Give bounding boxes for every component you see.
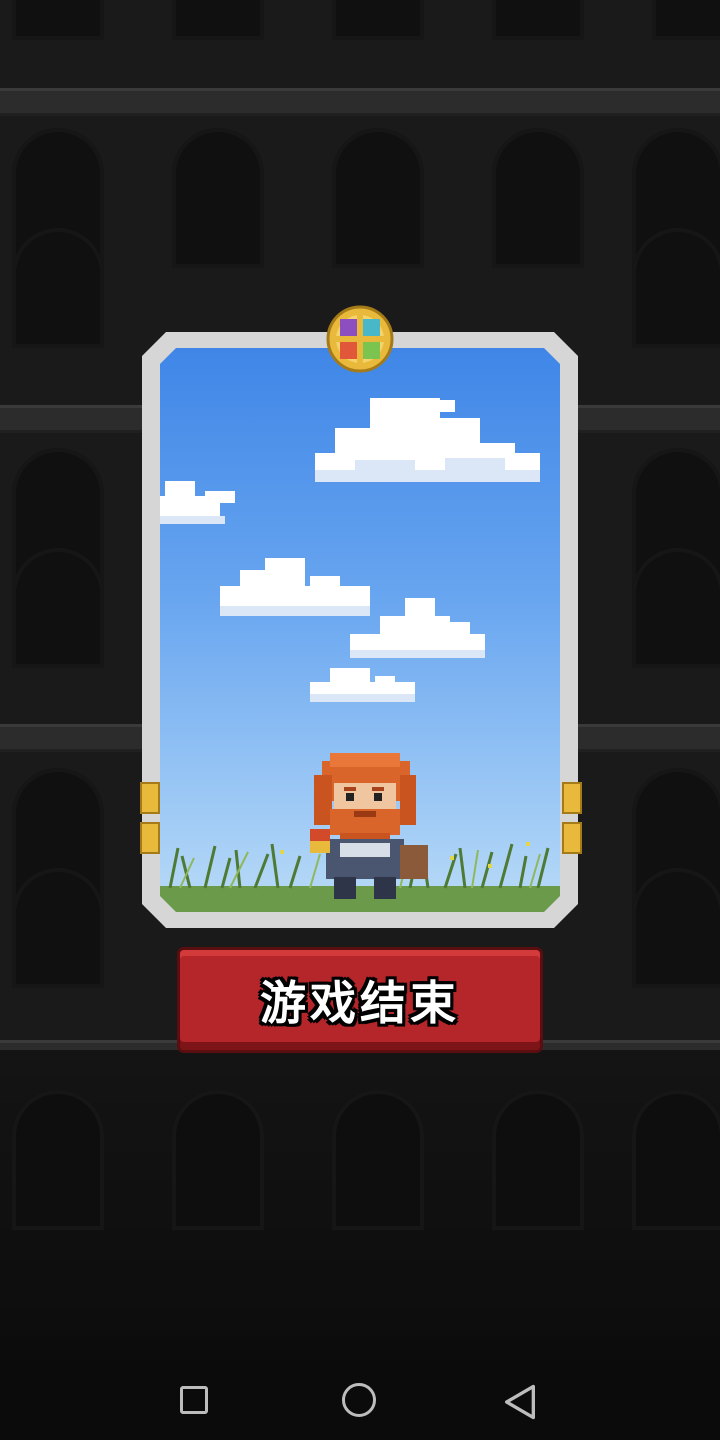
gold-tab-right	[562, 822, 582, 854]
arch	[332, 128, 424, 268]
gold-tab-right	[562, 782, 582, 814]
character-card-scene	[160, 348, 560, 912]
arch	[12, 228, 104, 348]
cloud	[160, 481, 235, 524]
square-icon[interactable]	[180, 1386, 208, 1414]
bearded-warrior-icon	[310, 753, 428, 899]
circle-icon[interactable]	[342, 1383, 376, 1417]
arch	[12, 0, 104, 40]
arch	[492, 1090, 584, 1230]
arch	[172, 0, 264, 40]
arch	[632, 868, 720, 988]
arch	[332, 1090, 424, 1230]
arch	[652, 0, 720, 40]
lower-shadow	[0, 1050, 720, 1360]
arch	[332, 0, 424, 40]
arch	[492, 128, 584, 268]
arch	[12, 548, 104, 668]
gold-tab-left	[140, 782, 160, 814]
arch	[172, 128, 264, 268]
cloud	[315, 398, 540, 482]
cloud	[310, 668, 415, 702]
four-gem-emblem-icon	[326, 305, 394, 373]
gold-tab-left	[140, 822, 160, 854]
ledge	[0, 88, 720, 116]
triangle-back-icon[interactable]	[500, 1382, 540, 1422]
game-over-label: 游戏结束	[260, 976, 460, 1030]
game-over-button[interactable]: 游戏结束	[180, 950, 540, 1050]
arch	[12, 1090, 104, 1230]
arch	[632, 1090, 720, 1230]
arch	[172, 1090, 264, 1230]
cloud	[350, 598, 485, 658]
arch	[632, 228, 720, 348]
arch	[632, 548, 720, 668]
arch	[492, 0, 584, 40]
arch	[12, 868, 104, 988]
